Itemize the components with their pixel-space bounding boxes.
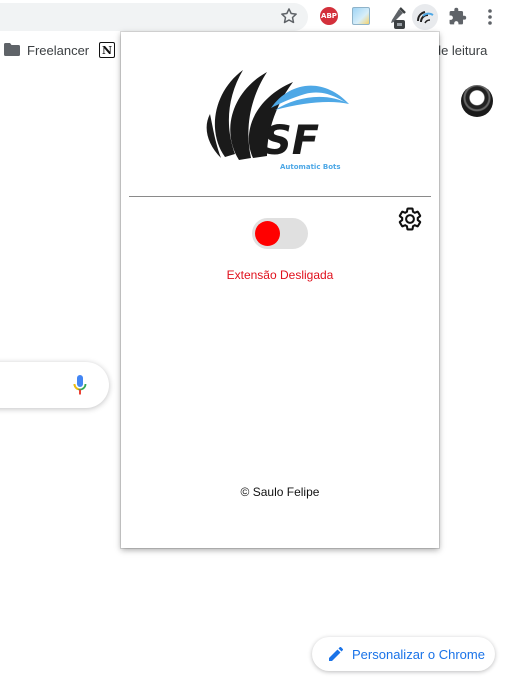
more-menu-icon[interactable]: [481, 7, 499, 27]
bookmark-star-icon[interactable]: [279, 6, 299, 26]
popup-divider: [129, 196, 431, 197]
voice-search-mic-icon[interactable]: [73, 375, 87, 395]
sf-automatic-bots-logo: SF Automatic Bots: [205, 62, 351, 172]
extensions-puzzle-icon[interactable]: [448, 7, 467, 26]
extension-popup: SF Automatic Bots Extensão Desligada © S…: [121, 32, 439, 548]
adblock-plus-icon[interactable]: ABP: [320, 7, 338, 25]
settings-gear-icon[interactable]: [397, 206, 423, 232]
pencil-icon: [329, 647, 343, 661]
color-picker-icon[interactable]: [385, 6, 407, 30]
sf-extension-icon[interactable]: [412, 4, 438, 30]
google-search-box[interactable]: [0, 362, 109, 408]
toggle-knob: [255, 221, 280, 246]
customize-chrome-label: Personalizar o Chrome: [352, 647, 485, 662]
notion-icon[interactable]: N: [99, 42, 115, 58]
image-extension-icon[interactable]: [352, 7, 370, 25]
extension-status-text: Extensão Desligada: [226, 268, 334, 282]
sf-logo-mini-icon: [417, 11, 434, 24]
bookmark-freelancer[interactable]: Freelancer: [27, 43, 89, 58]
account-avatar[interactable]: [461, 85, 493, 117]
customize-chrome-button[interactable]: Personalizar o Chrome: [312, 637, 495, 671]
sf-logo-graphic: SF Automatic Bots: [206, 70, 349, 171]
extension-power-toggle[interactable]: [252, 218, 308, 249]
popup-footer-credit: © Saulo Felipe: [240, 485, 320, 499]
logo-tagline: Automatic Bots: [280, 163, 341, 171]
logo-initials: SF: [263, 118, 319, 164]
folder-icon: [4, 43, 20, 56]
browser-toolbar: ABP: [0, 0, 510, 34]
address-bar[interactable]: [0, 3, 308, 31]
browser-window: ABP Freelancer N a de leitura Personaliz…: [0, 0, 510, 685]
